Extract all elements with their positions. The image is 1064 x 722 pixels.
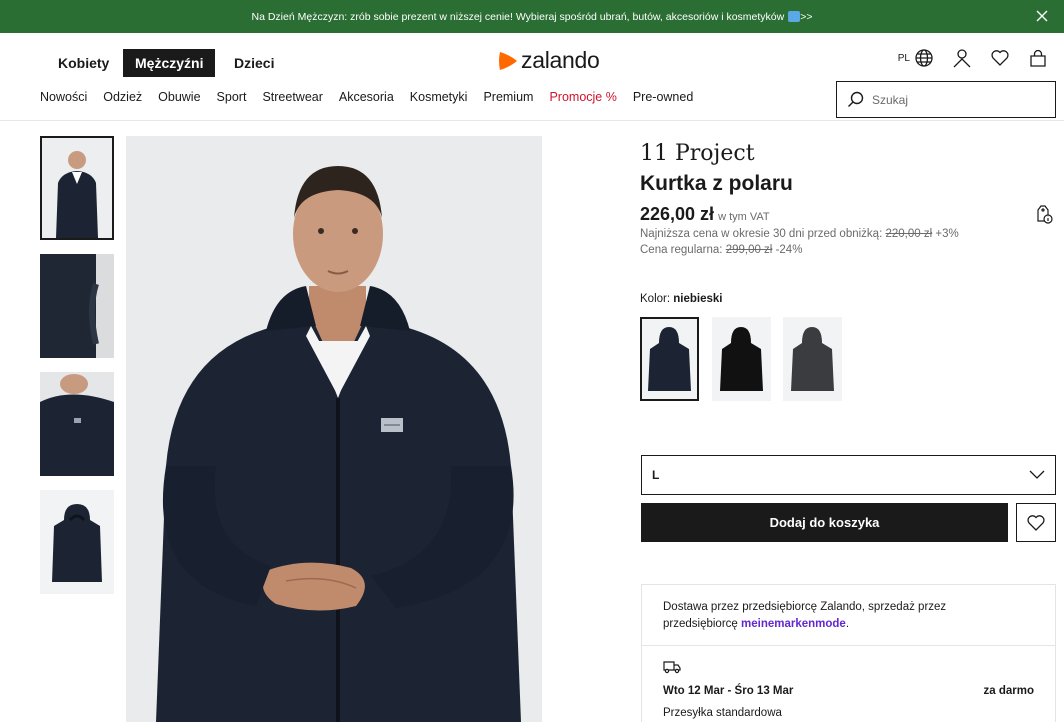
globe-icon: [915, 49, 933, 67]
lowest-price-value: 220,00 zł: [885, 228, 933, 240]
color-swatch-blue[interactable]: [640, 317, 699, 401]
nav-item-promocje[interactable]: Promocje %: [549, 90, 616, 108]
zalando-logo-icon: [499, 51, 517, 70]
delivery-method: Przesyłka standardowa: [663, 707, 782, 719]
logo[interactable]: zalando: [498, 47, 600, 74]
nav-item-streetwear[interactable]: Streetwear: [262, 90, 322, 108]
thumbnail-4[interactable]: [40, 490, 114, 594]
heart-icon[interactable]: [990, 48, 1010, 68]
promo-text: Na Dzień Mężczyzn: zrób sobie prezent w …: [251, 10, 785, 23]
search-icon: [848, 91, 864, 107]
search-placeholder: Szukaj: [872, 92, 909, 107]
seller-link[interactable]: meinemarkenmode: [741, 618, 846, 630]
tab-kobiety[interactable]: Kobiety: [46, 49, 121, 77]
size-value: L: [652, 468, 660, 482]
nav-item-nowosci[interactable]: Nowości: [40, 90, 87, 108]
language-label: PL: [897, 52, 910, 64]
search-input[interactable]: Szukaj: [836, 81, 1056, 118]
shirt-icon: [788, 11, 801, 22]
jacket-flat-image: [40, 490, 114, 594]
header-icons: PL: [898, 48, 1048, 68]
swatch-blue-image: [648, 327, 691, 391]
delivery-info-box: Dostawa przez przedsiębiorcę Zalando, sp…: [641, 584, 1056, 722]
vat-label: w tym VAT: [718, 211, 770, 223]
swatch-grey-image: [791, 327, 834, 391]
size-select[interactable]: L: [641, 455, 1056, 495]
nav-item-sport[interactable]: Sport: [217, 90, 247, 108]
price-info-icon[interactable]: [1034, 204, 1054, 226]
regular-price-line: Cena regularna: 299,00 zł -24%: [640, 244, 802, 256]
tab-mezczyzni[interactable]: Mężczyźni: [123, 49, 216, 77]
regular-price-label: Cena regularna:: [640, 244, 723, 256]
lowest-price-line: Najniższa cena w okresie 30 dni przed ob…: [640, 228, 959, 240]
nav-item-premium[interactable]: Premium: [483, 90, 533, 108]
nav-item-obuwie[interactable]: Obuwie: [158, 90, 200, 108]
truck-icon: [663, 661, 681, 674]
lowest-price-label: Najniższa cena w okresie 30 dni przed ob…: [640, 228, 883, 240]
product-brand[interactable]: 11 Project: [640, 141, 755, 166]
user-icon[interactable]: [952, 48, 972, 68]
header-divider: [0, 120, 1064, 121]
color-label-text: Kolor:: [640, 293, 671, 305]
swatch-black-image: [720, 327, 763, 391]
product-main-image[interactable]: [126, 136, 542, 722]
category-nav: Nowości Odzież Obuwie Sport Streetwear A…: [40, 90, 709, 108]
regular-price-value: 299,00 zł: [725, 244, 773, 256]
close-icon[interactable]: [1034, 8, 1050, 24]
lowest-price-diff: +3%: [935, 228, 959, 240]
bag-icon[interactable]: [1028, 48, 1048, 68]
model-photo: [126, 136, 542, 722]
nav-item-kosmetyki[interactable]: Kosmetyki: [410, 90, 468, 108]
tab-dzieci[interactable]: Dzieci: [222, 49, 286, 77]
color-value: niebieski: [673, 293, 723, 305]
jacket-side-image: [40, 372, 114, 476]
thumbnail-2[interactable]: [40, 254, 114, 358]
regular-price-diff: -24%: [775, 244, 803, 256]
price-value: 226,00 zł: [640, 204, 715, 224]
nav-item-akcesoria[interactable]: Akcesoria: [339, 90, 394, 108]
logo-text: zalando: [521, 47, 600, 73]
color-swatch-grey[interactable]: [783, 317, 842, 401]
add-to-cart-button[interactable]: Dodaj do koszyka: [641, 503, 1008, 542]
product-price: 226,00 zł w tym VAT: [640, 204, 770, 225]
wishlist-button[interactable]: [1016, 503, 1056, 542]
thumbnail-1[interactable]: [40, 136, 114, 240]
delivery-seller-text: Dostawa przez przedsiębiorcę Zalando, sp…: [663, 601, 947, 630]
promo-suffix: >>: [800, 10, 813, 23]
heart-icon: [1027, 514, 1045, 531]
thumbnail-3[interactable]: [40, 372, 114, 476]
product-name: Kurtka z polaru: [640, 172, 793, 195]
jacket-front-image: [56, 151, 98, 238]
nav-item-pre-owned[interactable]: Pre-owned: [633, 90, 693, 108]
promo-banner[interactable]: Na Dzień Mężczyzn: zrób sobie prezent w …: [0, 0, 1064, 33]
chevron-down-icon: [1029, 470, 1045, 479]
color-label: Kolor: niebieski: [640, 293, 722, 305]
delivery-cost: za darmo: [983, 685, 1035, 697]
delivery-dates: Wto 12 Mar - Śro 13 Mar: [663, 685, 794, 697]
delivery-divider: [642, 645, 1055, 646]
color-swatch-black[interactable]: [712, 317, 771, 401]
nav-item-odziez[interactable]: Odzież: [103, 90, 142, 108]
jacket-detail-image: [40, 254, 114, 358]
language-selector[interactable]: PL: [898, 48, 934, 68]
